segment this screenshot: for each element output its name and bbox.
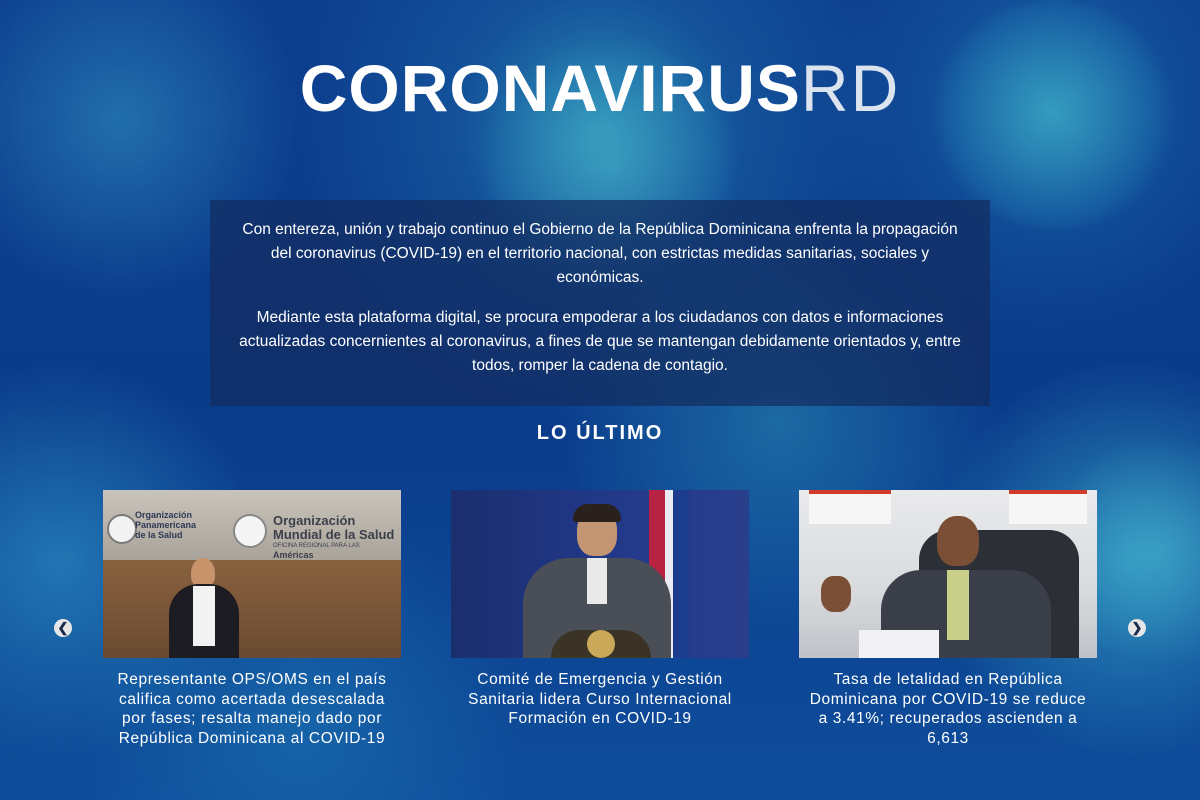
person-figure bbox=[821, 576, 851, 612]
who-logo bbox=[233, 514, 267, 548]
news-photo[interactable] bbox=[451, 490, 749, 658]
news-card[interactable]: Organización Panamericana de la Salud Or… bbox=[103, 490, 401, 748]
carousel-prev-button[interactable]: ❮ bbox=[54, 619, 72, 637]
person-figure bbox=[937, 516, 979, 566]
news-caption[interactable]: Representante OPS/OMS en el país calific… bbox=[103, 670, 401, 748]
latest-section-title: LO ÚLTIMO bbox=[536, 422, 664, 444]
news-card[interactable]: Tasa de letalidad en República Dominican… bbox=[799, 490, 1097, 748]
sign-text: Organización Mundial de la Salud OFICINA… bbox=[273, 513, 395, 561]
news-photo[interactable] bbox=[799, 490, 1097, 658]
person-figure bbox=[573, 504, 621, 522]
news-caption[interactable]: Comité de Emergencia y Gestión Sanitaria… bbox=[451, 670, 749, 729]
person-figure bbox=[193, 586, 215, 646]
person-figure bbox=[947, 570, 969, 640]
news-caption[interactable]: Tasa de letalidad en República Dominican… bbox=[799, 670, 1097, 748]
carousel-next-button[interactable]: ❯ bbox=[1128, 619, 1146, 637]
person-figure bbox=[587, 558, 607, 604]
site-title-bold: CORONAVIRUS bbox=[299, 51, 801, 125]
site-title: CORONAVIRUSRD bbox=[0, 50, 1200, 126]
chevron-right-icon: ❯ bbox=[1131, 620, 1143, 635]
sign-text: Organización Panamericana de la Salud bbox=[135, 510, 197, 540]
intro-panel: Con entereza, unión y trabajo continuo e… bbox=[210, 200, 990, 406]
news-card[interactable]: Comité de Emergencia y Gestión Sanitaria… bbox=[451, 490, 749, 729]
podium-seal bbox=[587, 630, 615, 658]
laptop bbox=[859, 630, 939, 658]
intro-paragraph: Con entereza, unión y trabajo continuo e… bbox=[242, 221, 958, 286]
news-photo[interactable]: Organización Panamericana de la Salud Or… bbox=[103, 490, 401, 658]
intro-paragraph: Mediante esta plataforma digital, se pro… bbox=[239, 309, 961, 374]
paho-logo bbox=[107, 514, 137, 544]
chevron-left-icon: ❮ bbox=[57, 620, 69, 635]
presentation-screen bbox=[809, 490, 891, 524]
presentation-screen bbox=[1009, 490, 1087, 524]
site-title-light: RD bbox=[800, 51, 901, 125]
